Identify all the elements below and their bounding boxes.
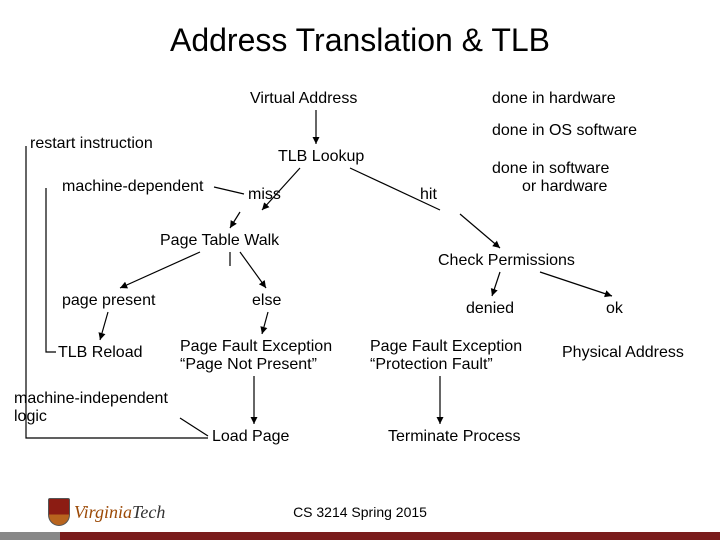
page-fault-not-present-l1: Page Fault Exception [180,338,332,356]
denied-label: denied [466,300,514,318]
else-label: else [252,292,281,310]
physical-address: Physical Address [562,344,684,362]
legend-sw-or-hw-l2: or hardware [522,178,607,196]
tlb-lookup: TLB Lookup [278,148,364,166]
bottom-accent-bar [0,532,720,540]
legend-sw-or-hw-l1: done in software [492,160,609,178]
terminate-process: Terminate Process [388,428,521,446]
miss-label: miss [248,186,281,204]
logo-text: VirginiaTech [74,502,165,523]
flow-arrows [0,0,720,540]
page-fault-protection-l1: Page Fault Exception [370,338,522,356]
virginia-tech-logo: VirginiaTech [48,498,165,526]
page-fault-not-present-l2: “Page Not Present” [180,356,317,374]
page-present: page present [62,292,155,310]
page-fault-protection-l2: “Protection Fault” [370,356,493,374]
ok-label: ok [606,300,623,318]
machine-independent-l1: machine-independent [14,390,168,408]
page-title: Address Translation & TLB [0,22,720,59]
machine-dependent: machine-dependent [62,178,203,196]
virtual-address: Virtual Address [250,90,357,108]
machine-independent-l2: logic [14,408,47,426]
tlb-reload: TLB Reload [58,344,143,362]
page-table-walk: Page Table Walk [160,232,279,250]
legend-os-software: done in OS software [492,122,637,140]
restart-instruction: restart instruction [30,135,153,153]
shield-icon [48,498,70,526]
hit-label: hit [420,186,437,204]
load-page: Load Page [212,428,289,446]
check-permissions: Check Permissions [438,252,575,270]
legend-hardware: done in hardware [492,90,616,108]
